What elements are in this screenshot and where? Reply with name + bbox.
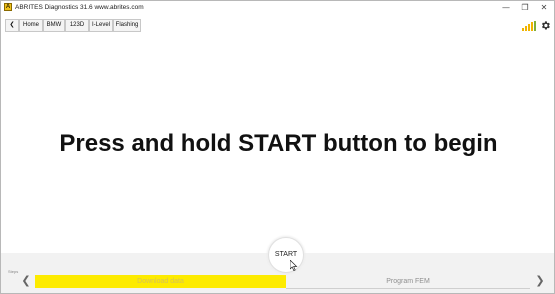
start-button[interactable]: START bbox=[268, 237, 304, 273]
signal-bars-icon[interactable] bbox=[522, 21, 536, 31]
maximize-button[interactable]: ❐ bbox=[516, 1, 534, 14]
step-program-fem[interactable]: Program FEM bbox=[286, 275, 530, 288]
breadcrumb-flashing[interactable]: Flashing bbox=[113, 19, 141, 32]
breadcrumb: ❮ Home BMW 123D I-Level Flashing bbox=[1, 17, 554, 34]
title-bar: A ABRITES Diagnostics 31.6 www.abrites.c… bbox=[1, 1, 554, 14]
window-title: ABRITES Diagnostics 31.6 www.abrites.com bbox=[15, 4, 144, 11]
steps-label: Steps bbox=[8, 269, 19, 274]
gear-icon[interactable] bbox=[540, 20, 551, 31]
next-step-button[interactable]: ❯ bbox=[534, 275, 546, 288]
step-divider bbox=[286, 288, 530, 289]
step-download-data[interactable]: Download data bbox=[35, 275, 286, 288]
back-button[interactable]: ❮ bbox=[5, 19, 19, 32]
close-button[interactable]: ✕ bbox=[535, 1, 553, 14]
previous-step-button[interactable]: ❮ bbox=[20, 275, 32, 288]
instruction-text: Press and hold START button to begin bbox=[59, 130, 498, 157]
minimize-button[interactable]: — bbox=[497, 1, 515, 14]
mouse-cursor-icon bbox=[290, 260, 298, 271]
breadcrumb-i-level[interactable]: I-Level bbox=[89, 19, 113, 32]
breadcrumb-123d[interactable]: 123D bbox=[65, 19, 89, 32]
app-logo-icon: A bbox=[4, 3, 12, 11]
main-panel: Press and hold START button to begin bbox=[7, 38, 550, 245]
breadcrumb-bmw[interactable]: BMW bbox=[43, 19, 65, 32]
breadcrumb-home[interactable]: Home bbox=[19, 19, 43, 32]
app-window: A ABRITES Diagnostics 31.6 www.abrites.c… bbox=[0, 0, 555, 294]
